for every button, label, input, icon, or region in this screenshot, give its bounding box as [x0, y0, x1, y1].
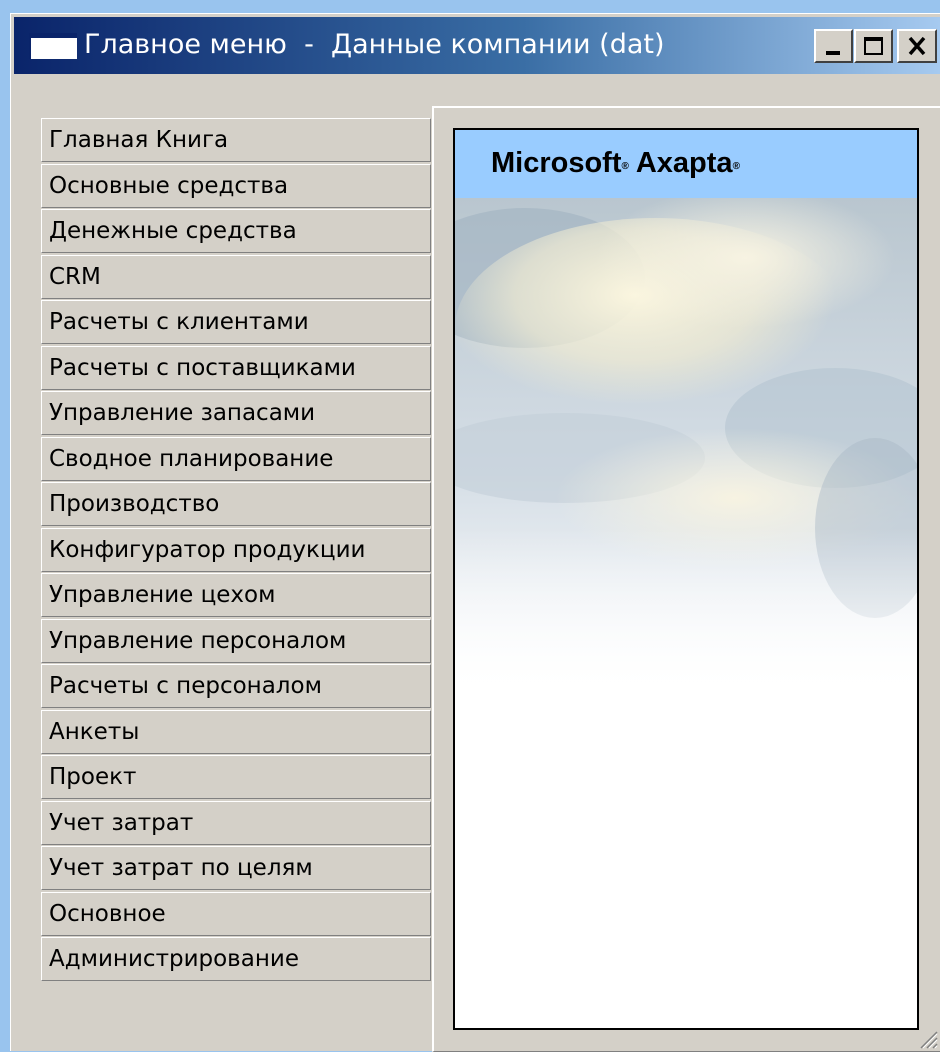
- menu-item[interactable]: Расчеты с персоналом: [41, 664, 431, 708]
- minimize-icon: [826, 51, 840, 55]
- menu-item[interactable]: Управление запасами: [41, 391, 431, 435]
- menu-item[interactable]: Управление цехом: [41, 573, 431, 617]
- menu-item[interactable]: Учет затрат по целям: [41, 846, 431, 890]
- menu-item[interactable]: Расчеты с поставщиками: [41, 345, 431, 390]
- close-icon: [908, 36, 926, 56]
- brand-band: Microsoft® Axapta®: [455, 130, 917, 198]
- brand-logo: Microsoft® Axapta®: [491, 145, 740, 181]
- menu-item[interactable]: Проект: [41, 755, 431, 799]
- minimize-button[interactable]: [814, 29, 853, 63]
- menu-item[interactable]: Главная Книга: [41, 118, 431, 162]
- menu-item[interactable]: Конфигуратор продукции: [41, 527, 431, 572]
- menu-item[interactable]: Основные средства: [41, 163, 431, 208]
- menu-item[interactable]: Расчеты с клиентами: [41, 300, 431, 344]
- menu-item[interactable]: Учет затрат: [41, 800, 431, 845]
- menu-item[interactable]: CRM: [41, 254, 431, 299]
- brand-word-axapta: Axapta: [635, 147, 733, 179]
- menu-item[interactable]: Денежные средства: [41, 209, 431, 253]
- module-menu-list: Главная Книга Основные средства Денежные с…: [41, 118, 431, 983]
- brand-registered-mark-2: ®: [732, 161, 740, 172]
- menu-item[interactable]: Администрирование: [41, 937, 431, 981]
- title-bar[interactable]: Главное меню - Данные компании (dat): [14, 17, 940, 74]
- menu-item[interactable]: Управление персоналом: [41, 618, 431, 663]
- menu-item[interactable]: Анкеты: [41, 709, 431, 754]
- brand-word-microsoft: Microsoft: [491, 147, 622, 179]
- splash-image: Microsoft® Axapta®: [453, 128, 919, 1030]
- maximize-icon: [864, 37, 883, 55]
- main-menu-window: Главное меню - Данные компании (dat) Гла…: [10, 13, 940, 1052]
- window-title: Главное меню - Данные компании (dat): [84, 29, 665, 60]
- maximize-button[interactable]: [854, 29, 893, 63]
- sky-clouds-graphic: [455, 198, 917, 698]
- close-button[interactable]: [897, 29, 937, 63]
- splash-panel: Microsoft® Axapta®: [432, 106, 940, 1052]
- menu-item[interactable]: Сводное планирование: [41, 436, 431, 481]
- window-content: Главная Книга Основные средства Денежные с…: [14, 74, 940, 1052]
- resize-grip-icon[interactable]: [916, 1027, 938, 1049]
- menu-item[interactable]: Производство: [41, 482, 431, 526]
- brand-registered-mark: ®: [621, 161, 629, 172]
- menu-item[interactable]: Основное: [41, 891, 431, 936]
- window-icon[interactable]: [29, 33, 77, 59]
